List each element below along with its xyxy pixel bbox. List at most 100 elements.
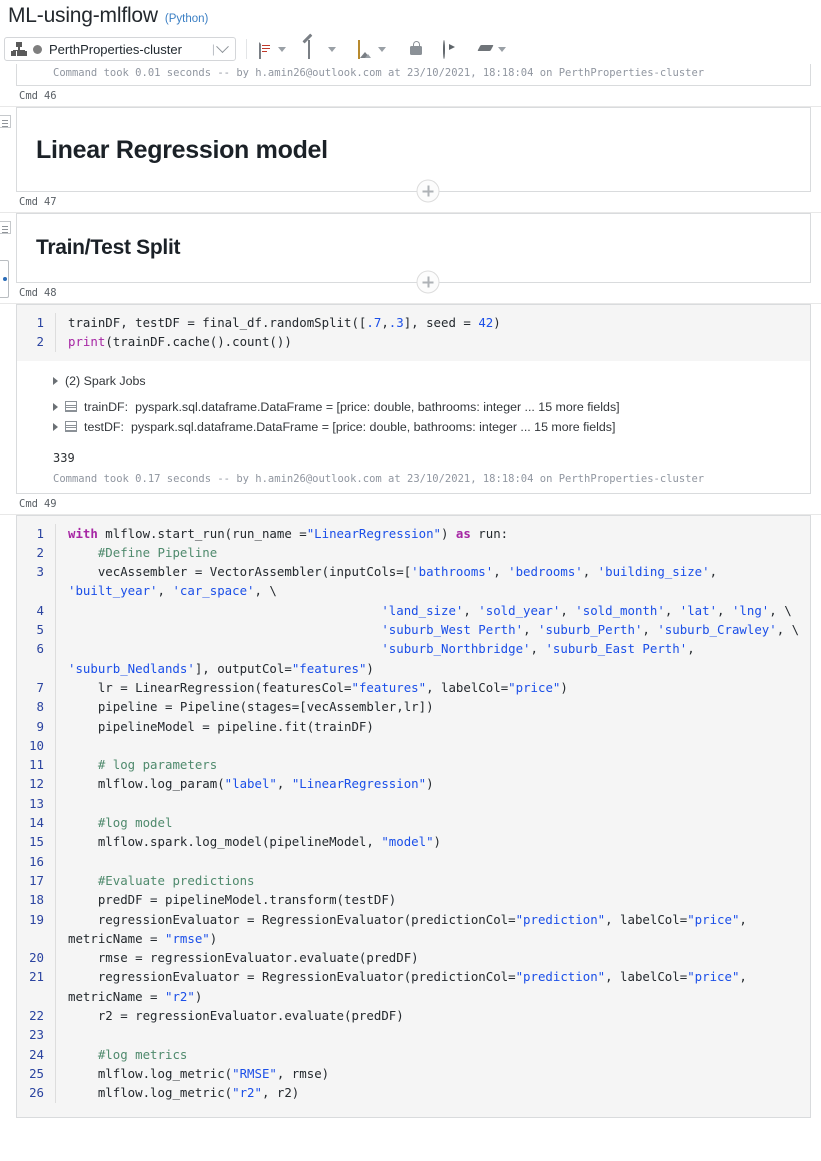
markdown-cell-47[interactable]: Train/Test Split xyxy=(16,213,811,283)
code-text: #Evaluate predictions xyxy=(55,870,810,891)
code-text: lr = LinearRegression(featuresCol="featu… xyxy=(55,677,810,698)
code-line: 25 mlflow.log_metric("RMSE", rmse) xyxy=(17,1063,810,1084)
code-text: # log parameters xyxy=(55,755,810,775)
notebook-title[interactable]: ML-using-mlflow xyxy=(8,4,158,28)
code-text: mlflow.log_metric("r2", r2) xyxy=(55,1083,810,1103)
code-text: rmse = regressionEvaluator.evaluate(pred… xyxy=(55,948,810,968)
table-icon xyxy=(65,421,77,433)
cmd-label-48: Cmd 48 xyxy=(0,270,821,304)
clear-menu-button[interactable] xyxy=(469,36,519,62)
cluster-separator: | xyxy=(211,42,215,56)
code-line: 21 regressionEvaluator = RegressionEvalu… xyxy=(17,967,810,1007)
code-line: 9 pipelineModel = pipeline.fit(trainDF) xyxy=(17,716,810,736)
code-line: 5 'suburb_West Perth', 'suburb_Perth', '… xyxy=(17,620,810,640)
result-var-row[interactable]: trainDF: pyspark.sql.dataframe.DataFrame… xyxy=(53,397,810,417)
spark-jobs-label: (2) Spark Jobs xyxy=(65,373,146,388)
view-menu-button[interactable] xyxy=(349,36,399,62)
cmd-number: 46 xyxy=(43,90,57,102)
line-number: 13 xyxy=(29,795,44,811)
cell-wrapper-47: Train/Test Split xyxy=(0,213,821,283)
code-text xyxy=(55,793,810,814)
command-footer: Command took 0.17 seconds -- by h.amin26… xyxy=(53,472,705,485)
code-text: 'land_size', 'sold_year', 'sold_month', … xyxy=(55,600,810,621)
cluster-status-dot xyxy=(33,44,42,54)
code-line: 26 mlflow.log_metric("r2", r2) xyxy=(17,1083,810,1103)
variable-type: pyspark.sql.dataframe.DataFrame = [price… xyxy=(135,399,620,414)
line-number: 4 xyxy=(36,602,44,618)
cmd-prefix: Cmd xyxy=(19,196,38,208)
collapse-handle-icon[interactable] xyxy=(0,115,11,128)
line-number: 2 xyxy=(36,544,44,560)
code-line: 15 mlflow.spark.log_model(pipelineModel,… xyxy=(17,832,810,852)
code-line: 18 predDF = pipelineModel.transform(test… xyxy=(17,890,810,910)
line-number: 2 xyxy=(36,334,44,350)
cell-heading: Train/Test Split xyxy=(36,236,181,259)
notebook-title-row: ML-using-mlflow (Python) xyxy=(8,4,208,28)
code-text: mlflow.log_metric("RMSE", rmse) xyxy=(55,1063,810,1084)
cell-wrapper-46: Linear Regression model xyxy=(0,107,821,298)
eraser-icon xyxy=(477,41,495,58)
cmd-prefix: Cmd xyxy=(19,90,38,102)
edit-menu-button[interactable] xyxy=(299,36,349,62)
cmd-label-49: Cmd 49 xyxy=(0,494,821,515)
line-number: 18 xyxy=(29,892,44,908)
cell-results-48: (2) Spark Jobs trainDF: pyspark.sql.data… xyxy=(17,361,810,441)
chevron-down-icon xyxy=(328,46,336,52)
code-text: pipeline = Pipeline(stages=[vecAssembler… xyxy=(55,697,810,717)
code-text: #log model xyxy=(55,813,810,833)
line-number: 8 xyxy=(36,699,44,715)
cmd-number: 47 xyxy=(43,196,57,208)
spark-jobs-row[interactable]: (2) Spark Jobs xyxy=(53,371,810,391)
code-cell-49[interactable]: 1 with mlflow.start_run(run_name ="Linear… xyxy=(16,514,811,1118)
cluster-picker[interactable]: PerthProperties-cluster | xyxy=(4,37,236,61)
line-number: 1 xyxy=(36,315,44,330)
stdout-output: 339 xyxy=(53,450,75,465)
line-number: 23 xyxy=(29,1027,44,1043)
expand-triangle-icon[interactable] xyxy=(53,422,58,431)
code-text: #Define Pipeline xyxy=(55,542,810,563)
code-line: 17 #Evaluate predictions xyxy=(17,870,810,891)
line-number: 17 xyxy=(29,872,44,888)
code-line: 24 #log metrics xyxy=(17,1044,810,1064)
add-cell-button[interactable] xyxy=(416,179,440,203)
code-text xyxy=(55,1025,810,1045)
code-text xyxy=(55,735,810,756)
notebook-toolbar: PerthProperties-cluster | xyxy=(0,34,821,64)
lock-icon xyxy=(408,40,425,58)
add-cell-button[interactable] xyxy=(416,270,440,294)
code-line: 8 pipeline = Pipeline(stages=[vecAssembl… xyxy=(17,697,810,717)
chevron-down-icon xyxy=(278,46,286,52)
expand-triangle-icon[interactable] xyxy=(53,402,58,411)
result-var-row[interactable]: testDF: pyspark.sql.dataframe.DataFrame … xyxy=(53,417,810,437)
code-line: 1 trainDF, testDF = final_df.randomSplit(… xyxy=(17,313,810,333)
collapse-handle-icon[interactable] xyxy=(0,221,11,234)
code-text: with mlflow.start_run(run_name ="LinearR… xyxy=(55,523,810,543)
cluster-icon xyxy=(11,42,27,56)
line-number: 3 xyxy=(36,564,44,580)
edit-icon xyxy=(308,39,325,59)
markdown-cell-46[interactable]: Linear Regression model xyxy=(16,107,811,192)
cmd-prefix: Cmd xyxy=(19,497,38,510)
cell-cmd45-tail: Command took 0.01 seconds -- by h.amin26… xyxy=(16,64,811,86)
cell-heading: Linear Regression model xyxy=(36,136,328,164)
code-line: 20 rmse = regressionEvaluator.evaluate(p… xyxy=(17,948,810,968)
code-editor[interactable]: 1 trainDF, testDF = final_df.randomSplit(… xyxy=(17,305,810,361)
expand-triangle-icon[interactable] xyxy=(53,376,58,385)
code-line: 11 # log parameters xyxy=(17,755,810,775)
line-number: 11 xyxy=(29,757,44,773)
line-number: 12 xyxy=(29,776,44,792)
permissions-button[interactable] xyxy=(399,36,434,62)
file-menu-button[interactable] xyxy=(249,36,299,62)
code-text: regressionEvaluator = RegressionEvaluato… xyxy=(55,909,810,949)
line-number: 14 xyxy=(29,815,44,831)
code-line: 13 xyxy=(17,793,810,814)
line-number: 15 xyxy=(29,834,44,850)
code-text: r2 = regressionEvaluator.evaluate(predDF… xyxy=(55,1006,810,1026)
code-cell-48[interactable]: 1 trainDF, testDF = final_df.randomSplit(… xyxy=(16,304,811,494)
chevron-down-icon[interactable] xyxy=(216,39,229,53)
cmd-number: 48 xyxy=(43,287,57,299)
code-editor[interactable]: 1 with mlflow.start_run(run_name ="Linear… xyxy=(17,515,810,1117)
run-all-button[interactable] xyxy=(434,36,469,62)
line-number: 16 xyxy=(29,853,44,869)
image-icon xyxy=(358,39,375,59)
